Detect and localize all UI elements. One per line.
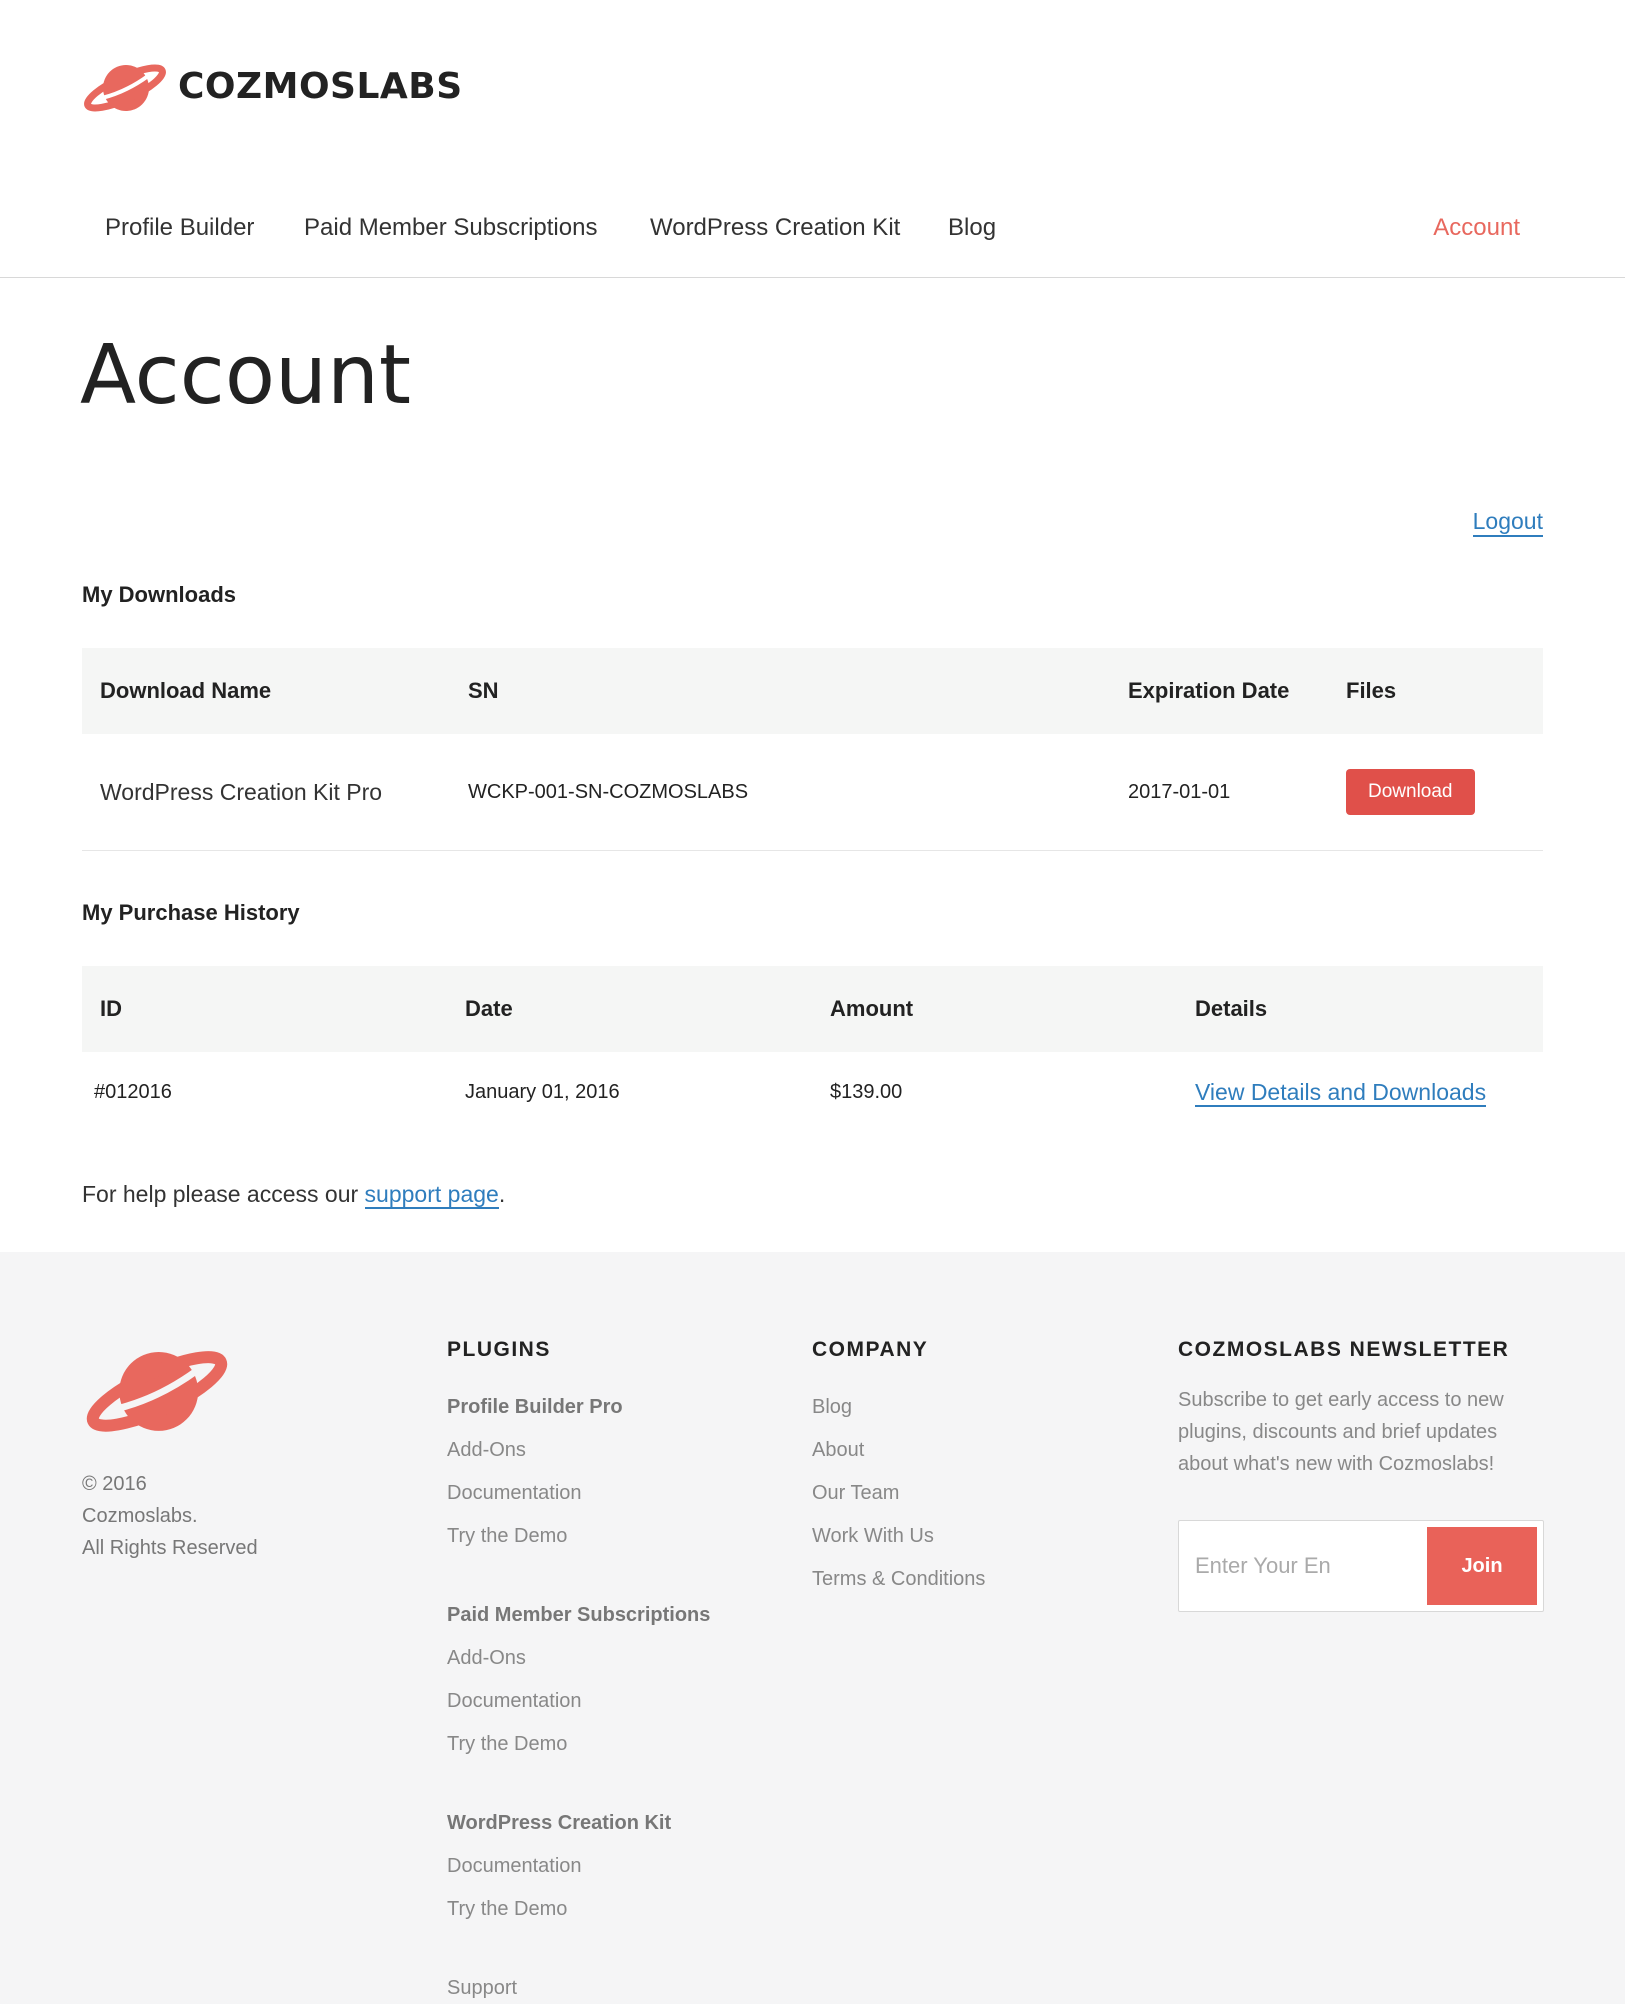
table-row: #012016 January 01, 2016 $139.00 View De… bbox=[82, 1052, 1543, 1132]
purchase-history-table: ID Date Amount Details #012016 January 0… bbox=[82, 966, 1543, 1132]
column-header: SN bbox=[450, 648, 1110, 734]
footer-link-pms-addons[interactable]: Add-Ons bbox=[447, 1637, 710, 1680]
copyright-line: All Rights Reserved bbox=[82, 1537, 258, 1559]
download-button[interactable]: Download bbox=[1346, 769, 1475, 815]
table-row: WordPress Creation Kit Pro WCKP-001-SN-C… bbox=[82, 734, 1543, 851]
download-name: WordPress Creation Kit Pro bbox=[82, 734, 450, 851]
table-header-row: Download Name SN Expiration Date Files bbox=[82, 648, 1543, 734]
column-header: Files bbox=[1328, 648, 1543, 734]
footer-link-pms-demo[interactable]: Try the Demo bbox=[447, 1723, 710, 1766]
purchase-history-title: My Purchase History bbox=[82, 900, 300, 925]
help-text: For help please access our support page. bbox=[82, 1180, 506, 1209]
nav-item-profile-builder[interactable]: Profile Builder bbox=[105, 214, 254, 242]
help-prefix: For help please access our bbox=[82, 1181, 365, 1207]
nav-item-paid-member-subscriptions[interactable]: Paid Member Subscriptions bbox=[304, 214, 597, 242]
nav-item-account[interactable]: Account bbox=[1433, 214, 1520, 242]
support-page-link[interactable]: support page bbox=[364, 1181, 499, 1209]
footer-heading-plugins: PLUGINS bbox=[447, 1338, 551, 1361]
column-header: Date bbox=[447, 966, 812, 1052]
footer-heading-company: COMPANY bbox=[812, 1338, 929, 1361]
column-header: Download Name bbox=[82, 648, 450, 734]
footer-link-blog[interactable]: Blog bbox=[812, 1386, 985, 1429]
newsletter-description: Subscribe to get early access to new plu… bbox=[1178, 1389, 1504, 1475]
column-header: Expiration Date bbox=[1110, 648, 1328, 734]
brand-logo[interactable]: COZMOSLABS bbox=[82, 58, 463, 114]
nav-item-blog[interactable]: Blog bbox=[948, 214, 996, 242]
table-header-row: ID Date Amount Details bbox=[82, 966, 1543, 1052]
expiration-date: 2017-01-01 bbox=[1110, 734, 1328, 851]
newsletter-form: Join bbox=[1178, 1520, 1544, 1612]
footer-link-pb-addons[interactable]: Add-Ons bbox=[447, 1429, 710, 1472]
copyright-line: Cozmoslabs. bbox=[82, 1505, 198, 1527]
planet-logo-icon bbox=[86, 1351, 228, 1432]
brand-name: COZMOSLABS bbox=[178, 65, 463, 107]
footer-link-wck-documentation[interactable]: Documentation bbox=[447, 1845, 710, 1888]
downloads-title: My Downloads bbox=[82, 582, 237, 607]
footer-logo[interactable] bbox=[82, 1340, 232, 1441]
header-divider bbox=[0, 277, 1625, 278]
footer-link-pb-documentation[interactable]: Documentation bbox=[447, 1472, 710, 1515]
purchase-amount: $139.00 bbox=[830, 1080, 903, 1103]
footer-plugins-column: PLUGINS Profile Builder Pro Add-Ons Docu… bbox=[447, 1338, 710, 2010]
purchase-id: #012016 bbox=[94, 1080, 172, 1103]
planet-logo-icon bbox=[84, 64, 166, 112]
footer-link-work-with-us[interactable]: Work With Us bbox=[812, 1515, 985, 1558]
footer-link-wordpress-creation-kit[interactable]: WordPress Creation Kit bbox=[447, 1802, 710, 1845]
join-button[interactable]: Join bbox=[1427, 1527, 1537, 1605]
view-details-link[interactable]: View Details and Downloads bbox=[1195, 1079, 1487, 1107]
downloads-table: Download Name SN Expiration Date Files W… bbox=[82, 648, 1543, 851]
footer-link-about[interactable]: About bbox=[812, 1429, 985, 1472]
main-nav: Profile Builder Paid Member Subscription… bbox=[105, 214, 1520, 244]
footer-link-pms-documentation[interactable]: Documentation bbox=[447, 1680, 710, 1723]
nav-item-wordpress-creation-kit[interactable]: WordPress Creation Kit bbox=[650, 214, 900, 242]
column-header: ID bbox=[82, 966, 447, 1052]
footer-link-profile-builder-pro[interactable]: Profile Builder Pro bbox=[447, 1386, 710, 1429]
details-cell: View Details and Downloads bbox=[1177, 1052, 1543, 1132]
newsletter-email-input[interactable] bbox=[1193, 1537, 1417, 1595]
footer-link-wck-demo[interactable]: Try the Demo bbox=[447, 1888, 710, 1931]
footer-link-pb-demo[interactable]: Try the Demo bbox=[447, 1515, 710, 1558]
footer-link-our-team[interactable]: Our Team bbox=[812, 1472, 985, 1515]
copyright: © 2016 Cozmoslabs. All Rights Reserved bbox=[82, 1468, 258, 1564]
purchase-date: January 01, 2016 bbox=[465, 1080, 620, 1103]
copyright-line: © 2016 bbox=[82, 1473, 147, 1495]
column-header: Details bbox=[1177, 966, 1543, 1052]
help-suffix: . bbox=[498, 1181, 506, 1207]
column-header: Amount bbox=[812, 966, 1177, 1052]
footer-heading-newsletter: COZMOSLABS NEWSLETTER bbox=[1178, 1338, 1510, 1361]
footer-company-column: COMPANY Blog About Our Team Work With Us… bbox=[812, 1338, 985, 1601]
footer-link-paid-member-subscriptions[interactable]: Paid Member Subscriptions bbox=[447, 1594, 710, 1637]
page-title: Account bbox=[80, 328, 412, 423]
logout-link[interactable]: Logout bbox=[1472, 507, 1543, 537]
footer-newsletter-column: COZMOSLABS NEWSLETTER Subscribe to get e… bbox=[1178, 1338, 1548, 1612]
site-footer: © 2016 Cozmoslabs. All Rights Reserved P… bbox=[0, 1252, 1625, 2004]
files-cell: Download bbox=[1328, 734, 1543, 851]
serial-number: WCKP-001-SN-COZMOSLABS bbox=[450, 734, 1110, 851]
footer-link-terms[interactable]: Terms & Conditions bbox=[812, 1558, 985, 1601]
